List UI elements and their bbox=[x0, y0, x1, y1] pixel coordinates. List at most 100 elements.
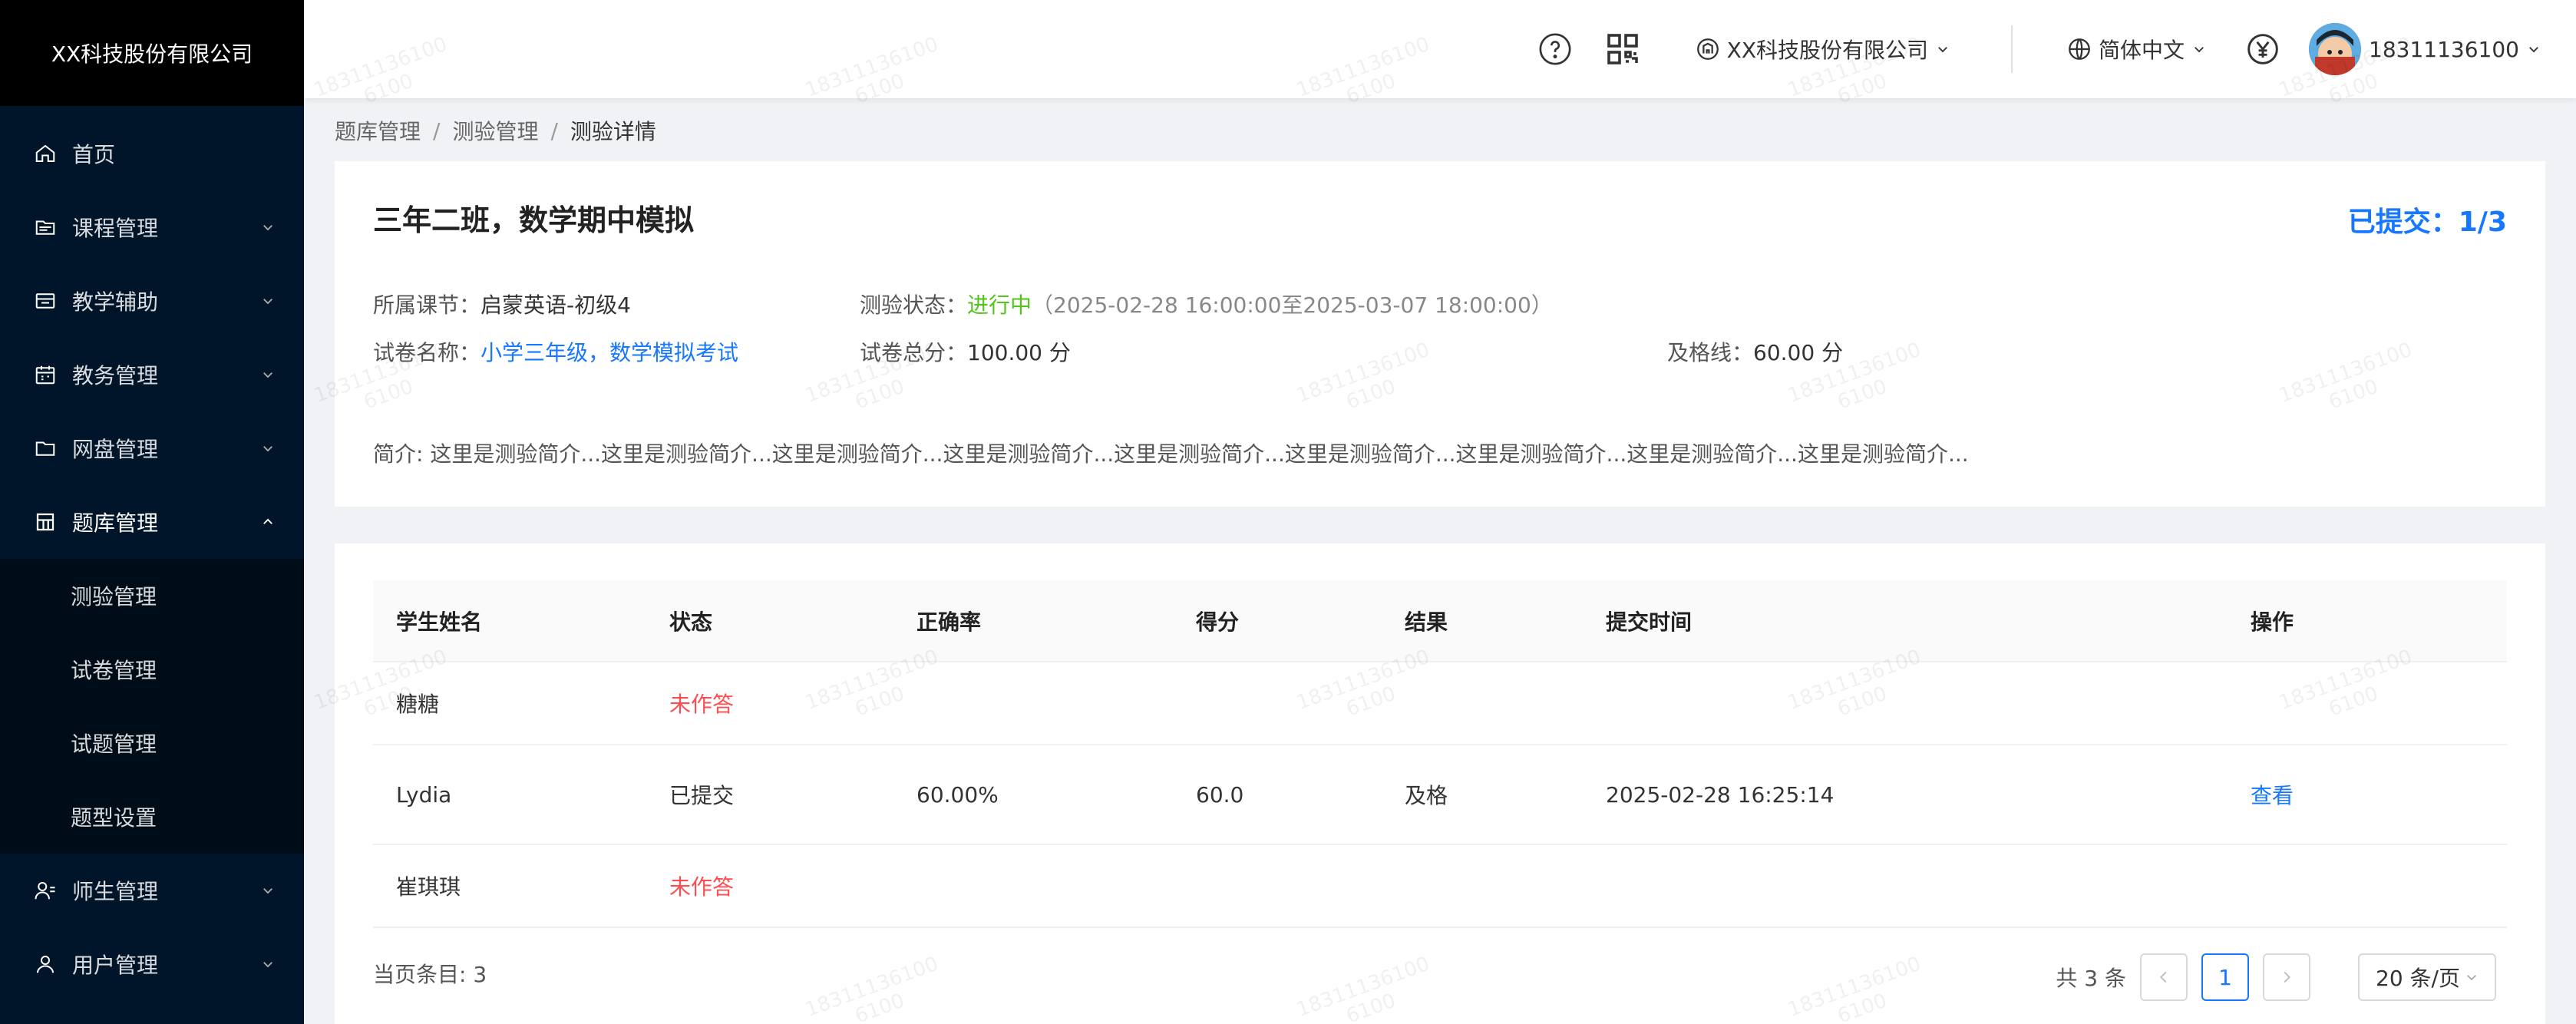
paper-link[interactable]: 小学三年级，数学模拟考试 bbox=[481, 340, 738, 365]
chevron-down-icon bbox=[263, 888, 272, 894]
pass-field: 及格线：60.00 分 bbox=[1667, 336, 1843, 367]
sidebar-item-course[interactable]: 课程管理 bbox=[0, 190, 304, 264]
sidebar-item-teaching[interactable]: 教学辅助 bbox=[0, 264, 304, 338]
cell-status: 未作答 bbox=[669, 844, 916, 928]
students-table: 学生姓名 状态 正确率 得分 结果 提交时间 操作 糖糖 未作答 Lydia 已… bbox=[373, 580, 2507, 928]
breadcrumb-separator: / bbox=[550, 117, 558, 144]
paper-field: 试卷名称：小学三年级，数学模拟考试 bbox=[373, 336, 738, 367]
page-size-label: 20 条/页 bbox=[2376, 966, 2460, 991]
col-header-score: 得分 bbox=[1196, 580, 1405, 662]
cell-name: 糖糖 bbox=[373, 662, 669, 745]
chevron-down-icon bbox=[263, 446, 272, 452]
company-logo: XX科技股份有限公司 bbox=[0, 0, 304, 106]
sidebar-subitem-paper[interactable]: 试卷管理 bbox=[0, 633, 304, 706]
sidebar-item-label: 网盘管理 bbox=[72, 437, 159, 462]
chevron-down-icon bbox=[263, 299, 272, 305]
chevron-down-icon bbox=[263, 372, 272, 378]
chevron-down-icon bbox=[2195, 47, 2204, 53]
prev-page-button[interactable] bbox=[2140, 953, 2188, 1001]
cell-status: 已提交 bbox=[669, 745, 916, 845]
table-row: Lydia 已提交 60.00% 60.0 及格 2025-02-28 16:2… bbox=[373, 745, 2507, 845]
lesson-field: 所属课节：启蒙英语-初级4 bbox=[373, 289, 631, 319]
sidebar-item-label: 教学辅助 bbox=[72, 289, 159, 315]
cell-accuracy: 60.00% bbox=[916, 745, 1196, 845]
col-header-status: 状态 bbox=[669, 580, 916, 662]
cell-time bbox=[1606, 662, 2228, 745]
cell-action bbox=[2228, 662, 2507, 745]
col-header-time: 提交时间 bbox=[1606, 580, 2228, 662]
grid-icon bbox=[34, 510, 57, 533]
cell-status: 未作答 bbox=[669, 662, 916, 745]
header-divider bbox=[2011, 25, 2013, 73]
sidebar-item-academic[interactable]: 教务管理 bbox=[0, 338, 304, 411]
chevron-down-icon bbox=[263, 225, 272, 231]
sidebar-item-cloud-disk[interactable]: 网盘管理 bbox=[0, 411, 304, 485]
sidebar-subitem-question-type[interactable]: 题型设置 bbox=[0, 780, 304, 854]
page-button-1[interactable]: 1 bbox=[2201, 953, 2249, 1001]
breadcrumb-question-bank[interactable]: 题库管理 bbox=[335, 115, 421, 146]
sidebar-item-users[interactable]: 用户管理 bbox=[0, 927, 304, 1001]
total-count: 共 3 条 bbox=[2056, 966, 2126, 991]
home-icon bbox=[34, 142, 57, 165]
paper-label: 试卷名称： bbox=[373, 340, 481, 365]
sidebar-item-home[interactable]: 首页 bbox=[0, 117, 304, 190]
cell-accuracy bbox=[916, 662, 1196, 745]
pagination: 共 3 条 1 20 条/页 bbox=[2056, 953, 2496, 1001]
sidebar-item-label: 课程管理 bbox=[72, 216, 159, 241]
building-icon bbox=[1696, 38, 1719, 60]
breadcrumb: 题库管理 / 测验管理 / 测验详情 bbox=[335, 115, 656, 146]
avatar bbox=[2309, 23, 2362, 75]
folder-icon bbox=[34, 437, 57, 460]
lesson-value: 启蒙英语-初级4 bbox=[481, 292, 631, 318]
sidebar: XX科技股份有限公司 首页 课程管理 教学辅助 教务管理 网盘管理 题库管理 测… bbox=[0, 0, 304, 1024]
submitted-count: 已提交：1/3 bbox=[2347, 206, 2507, 238]
sidebar-subitem-question[interactable]: 试题管理 bbox=[0, 706, 304, 780]
pass-label: 及格线： bbox=[1667, 340, 1754, 365]
chevron-right-icon bbox=[2284, 971, 2290, 983]
lesson-label: 所属课节： bbox=[373, 292, 481, 318]
sidebar-subitem-quiz[interactable]: 测验管理 bbox=[0, 559, 304, 633]
col-header-result: 结果 bbox=[1405, 580, 1606, 662]
cell-action bbox=[2228, 844, 2507, 928]
status-field: 测验状态：进行中（2025-02-28 16:00:00至2025-03-07 … bbox=[860, 289, 1553, 319]
currency-icon[interactable] bbox=[2244, 31, 2281, 68]
chevron-down-icon bbox=[2529, 47, 2538, 53]
col-header-name: 学生姓名 bbox=[373, 580, 669, 662]
status-value: 进行中 bbox=[967, 292, 1032, 318]
table-row: 糖糖 未作答 bbox=[373, 662, 2507, 745]
language-switcher[interactable]: 简体中文 bbox=[2066, 34, 2206, 64]
chevron-left-icon bbox=[2160, 971, 2167, 983]
sidebar-item-label: 题库管理 bbox=[72, 510, 159, 536]
total-field: 试卷总分：100.00 分 bbox=[860, 336, 1071, 367]
cell-name: Lydia bbox=[373, 745, 669, 845]
sidebar-item-question-bank[interactable]: 题库管理 bbox=[0, 485, 304, 559]
user-phone: 18311136100 bbox=[2369, 36, 2519, 62]
sidebar-item-teachers-students[interactable]: 师生管理 bbox=[0, 854, 304, 927]
org-name: XX科技股份有限公司 bbox=[1726, 38, 1929, 63]
breadcrumb-current: 测验详情 bbox=[570, 119, 656, 144]
qrcode-icon[interactable] bbox=[1604, 31, 1641, 68]
cell-result: 及格 bbox=[1405, 745, 1606, 845]
cell-name: 崔琪琪 bbox=[373, 844, 669, 928]
user-menu[interactable]: 18311136100 bbox=[2309, 23, 2541, 75]
help-icon[interactable] bbox=[1537, 31, 1574, 68]
breadcrumb-quiz-management[interactable]: 测验管理 bbox=[452, 115, 538, 146]
org-switcher[interactable]: XX科技股份有限公司 bbox=[1695, 34, 1950, 64]
teaching-icon bbox=[34, 289, 57, 312]
col-header-action: 操作 bbox=[2228, 580, 2507, 662]
status-label: 测验状态： bbox=[860, 292, 968, 318]
top-header: XX科技股份有限公司 简体中文 18311136100 bbox=[304, 0, 2576, 98]
quiz-info-card: 三年二班，数学期中模拟 已提交：1/3 所属课节：启蒙英语-初级4 测验状态：进… bbox=[335, 161, 2545, 507]
chevron-up-icon bbox=[263, 518, 272, 524]
calendar-icon bbox=[34, 363, 57, 386]
next-page-button[interactable] bbox=[2263, 953, 2310, 1001]
cell-score: 60.0 bbox=[1196, 745, 1405, 845]
cell-time: 2025-02-28 16:25:14 bbox=[1606, 745, 2228, 845]
sidebar-item-label: 师生管理 bbox=[72, 879, 159, 904]
page-size-select[interactable]: 20 条/页 bbox=[2358, 953, 2496, 1001]
table-row: 崔琪琪 未作答 bbox=[373, 844, 2507, 928]
sidebar-item-label: 用户管理 bbox=[72, 953, 159, 978]
quiz-title: 三年二班，数学期中模拟 bbox=[373, 203, 695, 237]
cell-score bbox=[1196, 844, 1405, 928]
view-link[interactable]: 查看 bbox=[2251, 783, 2294, 808]
